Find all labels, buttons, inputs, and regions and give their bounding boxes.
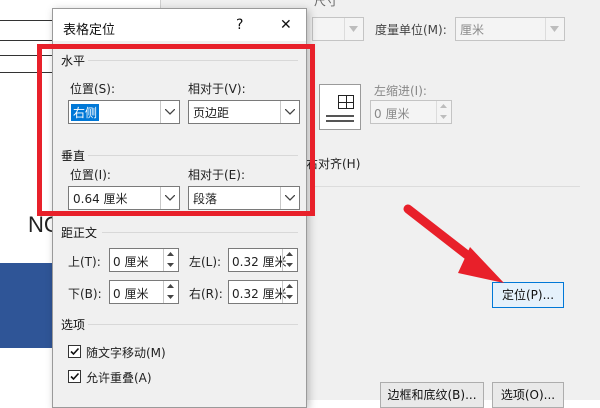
distance-bottom-label: 下(B): xyxy=(68,287,102,301)
top-fragment: 尺寸 xyxy=(314,0,339,8)
distance-bottom-value: 0 厘米 xyxy=(113,287,149,301)
checkmark-icon xyxy=(70,347,80,356)
spin-down-icon[interactable] xyxy=(283,260,296,271)
dialog-title: 表格定位 xyxy=(63,23,116,38)
distance-top-label: 上(T): xyxy=(68,255,101,269)
distance-separator xyxy=(102,232,298,233)
distance-left-label: 左(L): xyxy=(189,255,222,269)
align-right-icon xyxy=(319,84,361,130)
borders-shading-button[interactable]: 边框和底纹(B)... xyxy=(380,382,484,408)
icon-line xyxy=(326,120,354,122)
indent-spinner: 0 厘米 xyxy=(370,100,452,124)
indent-value: 0 厘米 xyxy=(374,107,410,121)
distance-right-value: 0.32 厘米 xyxy=(232,287,287,301)
bg-separator xyxy=(310,186,580,187)
icon-grid xyxy=(338,95,354,109)
doc-table-line xyxy=(0,40,58,41)
spin-up-icon[interactable] xyxy=(164,281,177,292)
allow-overlap-checkbox[interactable] xyxy=(68,370,81,383)
red-arrow-annotation xyxy=(403,204,504,283)
spin-up-icon[interactable] xyxy=(283,281,296,292)
icon-line xyxy=(326,115,354,117)
move-with-text-checkbox[interactable] xyxy=(68,345,81,358)
spin-up-icon[interactable] xyxy=(283,249,296,260)
spin-down-icon[interactable] xyxy=(164,292,177,303)
spin-down-icon[interactable] xyxy=(283,292,296,303)
move-with-text-label[interactable]: 随文字移动(M) xyxy=(86,344,166,361)
allow-overlap-label[interactable]: 允许重叠(A) xyxy=(86,369,152,386)
distance-bottom-spinner[interactable]: 0 厘米 xyxy=(109,280,179,304)
help-button[interactable]: ? xyxy=(236,17,243,33)
options-separator xyxy=(88,324,298,325)
align-right-option[interactable] xyxy=(313,80,363,132)
dialog-title-bar: 表格定位 ? ✕ xyxy=(53,9,306,41)
icon-grid-h xyxy=(339,102,353,103)
spin-down-icon[interactable] xyxy=(164,260,177,271)
indent-label: 左缩进(I): xyxy=(374,84,427,98)
unit-label: 度量单位(M): xyxy=(375,23,447,37)
size-field-disabled xyxy=(312,17,364,41)
spin-up-icon[interactable] xyxy=(164,249,177,260)
options-group-label: 选项 xyxy=(61,318,86,332)
doc-blue-block xyxy=(0,263,58,348)
distance-group-label: 距正文 xyxy=(61,226,98,240)
unit-value: 厘米 xyxy=(460,23,485,37)
distance-right-label: 右(R): xyxy=(189,287,223,301)
unit-select: 厘米 xyxy=(455,17,565,41)
distance-top-spinner[interactable]: 0 厘米 xyxy=(109,248,179,272)
checkmark-icon xyxy=(70,372,80,381)
distance-right-spinner[interactable]: 0.32 厘米 xyxy=(228,280,298,304)
red-highlight-box xyxy=(37,44,315,216)
doc-table-line xyxy=(0,20,58,21)
close-button[interactable]: ✕ xyxy=(280,17,292,33)
distance-left-value: 0.32 厘米 xyxy=(232,255,287,269)
distance-left-spinner[interactable]: 0.32 厘米 xyxy=(228,248,298,272)
options-button[interactable]: 选项(O)... xyxy=(492,382,564,408)
distance-top-value: 0 厘米 xyxy=(113,255,149,269)
